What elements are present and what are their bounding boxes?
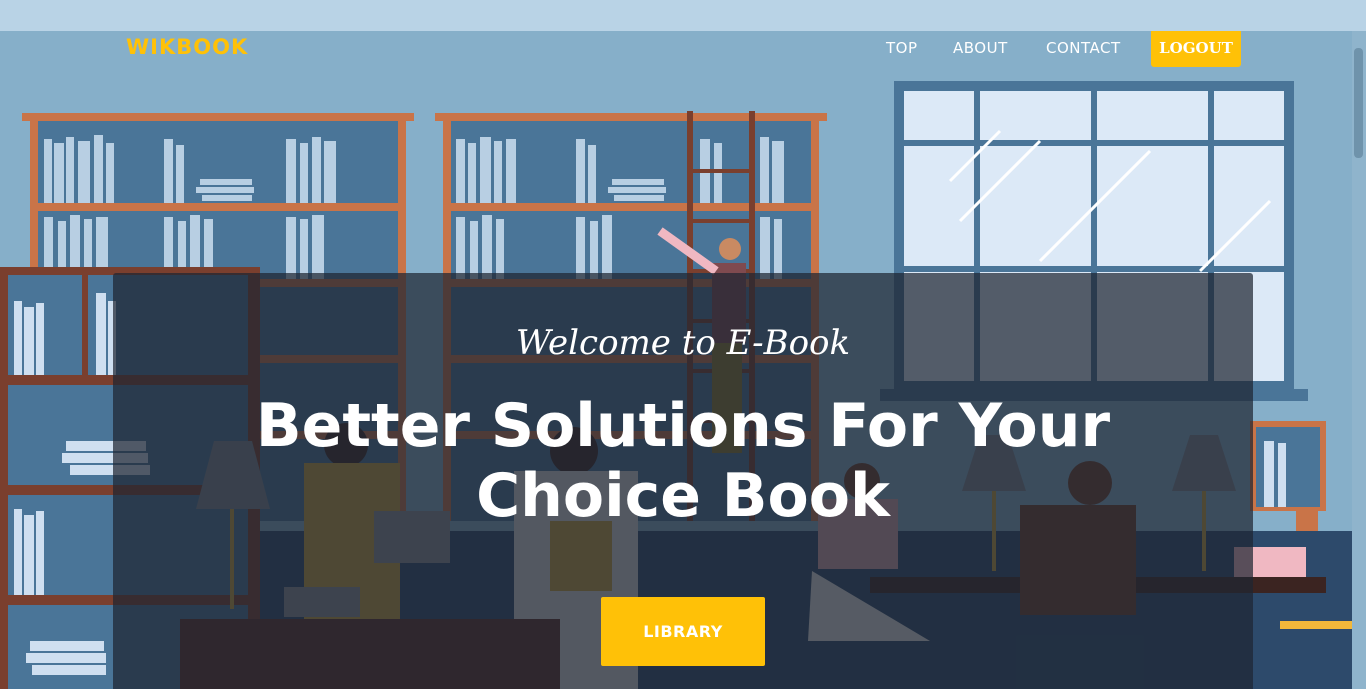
nav-item-about[interactable]: ABOUT <box>953 39 1008 57</box>
headline-line-1: Better Solutions For Your <box>255 391 1111 461</box>
brand-logo[interactable]: WIKBOOK <box>126 35 248 59</box>
logout-button[interactable]: LOGOUT <box>1151 31 1241 67</box>
nav-item-top[interactable]: TOP <box>886 39 918 57</box>
headline-line-2: Choice Book <box>476 461 890 531</box>
hero-overlay: Welcome to E-Book Better Solutions For Y… <box>113 273 1253 689</box>
hero-headline: Better Solutions For Your Choice Book <box>113 391 1253 531</box>
scrollbar-thumb[interactable] <box>1354 48 1363 158</box>
library-button[interactable]: LIBRARY <box>601 597 765 666</box>
nav-item-contact[interactable]: CONTACT <box>1046 39 1121 57</box>
browser-top-strip <box>0 0 1366 31</box>
top-navbar: WIKBOOK TOP ABOUT CONTACT LOGOUT <box>0 31 1366 67</box>
hero-section: WIKBOOK TOP ABOUT CONTACT LOGOUT Welcome… <box>0 31 1366 689</box>
welcome-text: Welcome to E-Book <box>515 323 851 363</box>
